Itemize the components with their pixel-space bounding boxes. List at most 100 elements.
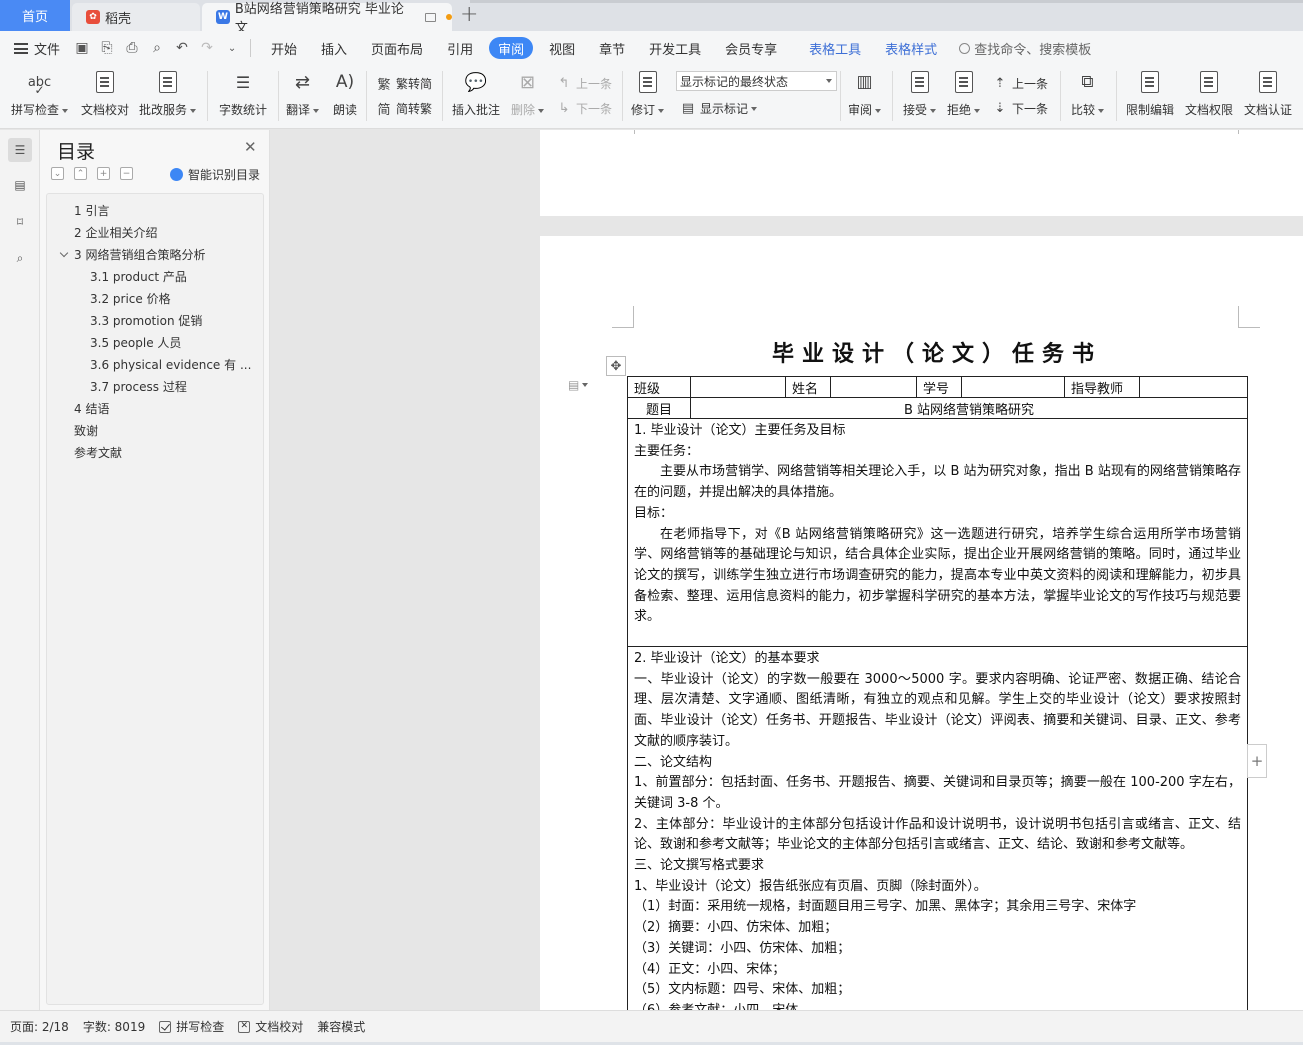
compare-icon: ⧉ xyxy=(1081,72,1094,92)
ribbon-separator xyxy=(207,71,208,121)
spell-check-button[interactable]: abc ✓ 拼写检查 xyxy=(11,69,69,118)
bookmark-icon[interactable]: ⌑ xyxy=(8,210,32,234)
menu-table-tools[interactable]: 表格工具 xyxy=(797,37,873,59)
page-indicator[interactable]: 页面: 2/18 xyxy=(10,1018,69,1035)
toc-item[interactable]: 参考文献 xyxy=(74,444,122,461)
compare-button[interactable]: ⧉ 比较 xyxy=(1071,69,1105,118)
add-level-icon[interactable]: + xyxy=(97,167,110,180)
doc-cert-button[interactable]: 文档认证 xyxy=(1244,69,1292,118)
correction-service-button[interactable]: 批改服务 xyxy=(139,69,197,118)
traditional-to-simplified-button[interactable]: 繁 繁转简 xyxy=(376,75,432,93)
smart-toc-button[interactable]: 智能识别目录 xyxy=(170,166,260,183)
prev-change-button[interactable]: ⇡ 上一条 xyxy=(992,75,1048,92)
menu-member[interactable]: 会员专享 xyxy=(713,37,789,59)
chapter-nav-icon[interactable]: ▤ xyxy=(8,173,32,197)
menu-references[interactable]: 引用 xyxy=(435,37,485,59)
file-menu[interactable]: 文件 xyxy=(14,39,60,58)
add-column-plus-icon[interactable]: + xyxy=(1247,744,1267,778)
toc-item[interactable]: 致谢 xyxy=(74,422,98,439)
prev-comment-button[interactable]: ↰ 上一条 xyxy=(556,75,612,92)
toc-item[interactable]: 3.2 price 价格 xyxy=(90,290,171,307)
show-markup-button[interactable]: ▤ 显示标记 xyxy=(680,100,758,117)
print-preview-icon[interactable]: ⌕ xyxy=(149,40,165,56)
advisor-value[interactable] xyxy=(1139,376,1248,398)
status-doc-proof[interactable]: ✕ 文档校对 xyxy=(238,1018,303,1035)
simplified-to-traditional-button[interactable]: 简 简转繁 xyxy=(376,100,432,118)
reject-button[interactable]: 拒绝 xyxy=(947,69,981,118)
close-icon[interactable]: ✕ xyxy=(244,138,257,156)
tab-daoke[interactable]: ✿ 稻壳 xyxy=(72,3,200,31)
read-aloud-button[interactable]: A) 朗读 xyxy=(332,69,358,118)
expand-chevron-down-icon[interactable]: ⌄ xyxy=(51,167,64,180)
save-icon[interactable]: ▣ xyxy=(74,40,90,56)
doc-proof-button[interactable]: 文档校对 xyxy=(81,69,129,118)
menu-start[interactable]: 开始 xyxy=(259,37,309,59)
menu-page-layout[interactable]: 页面布局 xyxy=(359,37,435,59)
chevron-down-icon[interactable] xyxy=(59,248,69,258)
restrict-edit-button[interactable]: 限制编辑 xyxy=(1126,69,1174,118)
tab-document[interactable]: W B站网络营销策略研究 毕业论文 xyxy=(202,2,452,36)
accept-button[interactable]: 接受 xyxy=(903,69,937,118)
menu-review[interactable]: 审阅 xyxy=(489,37,534,59)
name-value[interactable] xyxy=(830,376,917,398)
menu-view[interactable]: 视图 xyxy=(537,37,587,59)
toc-item[interactable]: 3 网络营销组合策略分析 xyxy=(74,246,205,263)
collapse-chevron-up-icon[interactable]: ⌃ xyxy=(74,167,87,180)
class-value[interactable] xyxy=(690,376,786,398)
new-tab-plus-icon[interactable]: + xyxy=(460,2,478,27)
prev-change-icon: ⇡ xyxy=(994,76,1006,91)
next-comment-button[interactable]: ↳ 下一条 xyxy=(556,100,612,117)
chevron-down-icon xyxy=(826,79,832,83)
track-changes-button[interactable]: 修订 xyxy=(631,69,665,118)
markup-state-select[interactable]: 显示标记的最终状态 xyxy=(676,71,837,91)
menu-developer[interactable]: 开发工具 xyxy=(637,37,713,59)
menu-table-style[interactable]: 表格样式 xyxy=(873,37,949,59)
format-painter-icon[interactable]: ⎘ xyxy=(99,40,115,56)
section-2-cell[interactable]: 2. 毕业设计（论文）的基本要求 一、毕业设计（论文）的字数一般要在 3000～… xyxy=(627,646,1248,1010)
topic-value[interactable]: B 站网络营销策略研究 xyxy=(690,397,1248,419)
word-count-indicator[interactable]: 字数: 8019 xyxy=(83,1018,145,1035)
doc-permission-label: 文档权限 xyxy=(1185,103,1234,117)
chevron-down-icon xyxy=(751,106,758,111)
toc-item[interactable]: 1 引言 xyxy=(74,202,109,219)
menu-chapter[interactable]: 章节 xyxy=(587,37,637,59)
word-count-icon: ☰ xyxy=(235,72,251,92)
table-move-handle-icon[interactable]: ✥ xyxy=(606,356,626,376)
toc-item[interactable]: 3.7 process 过程 xyxy=(90,378,187,395)
customize-chevron-down-icon[interactable]: ⌄ xyxy=(224,43,240,54)
toc-item[interactable]: 3.3 promotion 促销 xyxy=(90,312,202,329)
paragraph-doc-icon[interactable]: ▤ xyxy=(568,378,589,392)
toc-item[interactable]: 3.1 product 产品 xyxy=(90,268,187,285)
compat-mode[interactable]: 兼容模式 xyxy=(317,1018,365,1035)
toc-item[interactable]: 4 结语 xyxy=(74,400,109,417)
chevron-down-icon xyxy=(974,108,981,113)
status-spell-check[interactable]: 拼写检查 xyxy=(159,1018,224,1035)
insert-comment-button[interactable]: 💬 插入批注 xyxy=(452,69,500,118)
monitor-icon[interactable] xyxy=(425,12,437,22)
doc-permission-button[interactable]: 文档权限 xyxy=(1185,69,1233,118)
toc-item[interactable]: 3.5 people 人员 xyxy=(90,334,181,351)
undo-icon[interactable]: ↶ xyxy=(174,40,190,56)
review-pane-button[interactable]: ▥ 审阅 xyxy=(848,69,882,118)
delete-comment-button[interactable]: ⊠ 删除 xyxy=(511,69,545,118)
track-changes-label: 修订 xyxy=(631,103,656,117)
class-label: 班级 xyxy=(627,376,691,398)
next-change-button[interactable]: ⇣ 下一条 xyxy=(992,100,1048,117)
outline-nav-icon[interactable]: ☰ xyxy=(8,138,32,162)
translate-button[interactable]: ⇄ 翻译 xyxy=(286,69,320,118)
task-table[interactable]: 班级 姓名 学号 指导教师 题目 B 站网络营销策略研究 1. 毕业设计（论文）… xyxy=(627,376,1248,1010)
read-aloud-label: 朗读 xyxy=(332,103,357,117)
document-workspace[interactable]: ✥ ▤ 毕业设计（论文）任务书 班级 姓名 学号 指导教师 题目 B 站网络营销… xyxy=(271,130,1303,1010)
word-count-button[interactable]: ☰ 字数统计 xyxy=(219,69,267,118)
menu-insert[interactable]: 插入 xyxy=(309,37,359,59)
print-icon[interactable]: ⎙ xyxy=(124,40,140,56)
search-icon[interactable]: ⌕ xyxy=(8,246,32,270)
tab-home[interactable]: 首页 xyxy=(0,0,70,31)
toc-item[interactable]: 2 企业相关介绍 xyxy=(74,224,157,241)
section-1-cell[interactable]: 1. 毕业设计（论文）主要任务及目标 主要任务： 主要从市场营销学、网络营销等相… xyxy=(627,418,1248,647)
toc-item[interactable]: 3.6 physical evidence 有 ... xyxy=(90,356,251,373)
command-search[interactable]: 查找命令、搜索模板 xyxy=(959,39,1091,58)
remove-level-icon[interactable]: − xyxy=(120,167,133,180)
student-id-value[interactable] xyxy=(961,376,1065,398)
redo-icon[interactable]: ↷ xyxy=(199,40,215,56)
